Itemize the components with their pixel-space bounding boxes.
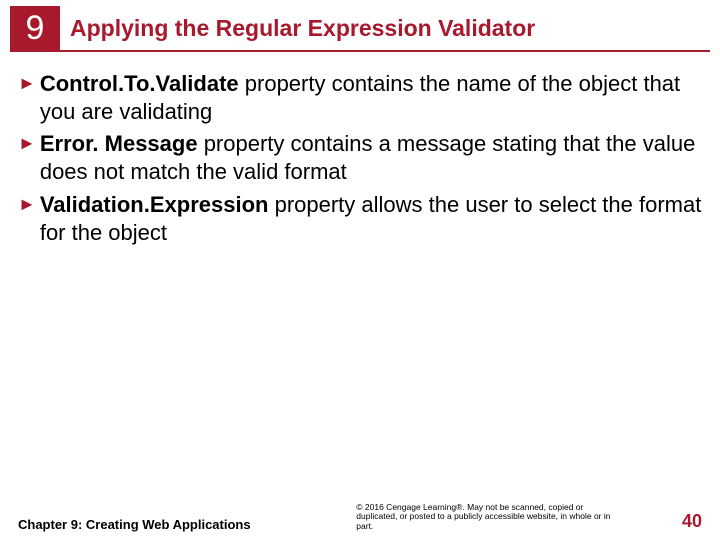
page-number: 40: [682, 511, 702, 532]
bullet-term: Control.To.Validate: [40, 71, 239, 96]
slide-body: ► Control.To.Validate property contains …: [0, 52, 720, 247]
bullet-arrow-icon: ►: [18, 191, 36, 247]
chapter-number-box: 9: [10, 6, 60, 50]
bullet-arrow-icon: ►: [18, 130, 36, 186]
slide-title: Applying the Regular Expression Validato…: [60, 6, 535, 50]
bullet-item: ► Error. Message property contains a mes…: [18, 130, 702, 186]
bullet-text: Validation.Expression property allows th…: [40, 191, 702, 247]
bullet-text: Error. Message property contains a messa…: [40, 130, 702, 186]
footer-copyright: © 2016 Cengage Learning®. May not be sca…: [356, 503, 616, 532]
header-bar: 9 Applying the Regular Expression Valida…: [10, 6, 710, 52]
slide: 9 Applying the Regular Expression Valida…: [0, 6, 720, 546]
bullet-arrow-icon: ►: [18, 70, 36, 126]
bullet-term: Validation.Expression: [40, 192, 269, 217]
bullet-item: ► Control.To.Validate property contains …: [18, 70, 702, 126]
bullet-item: ► Validation.Expression property allows …: [18, 191, 702, 247]
footer-chapter-label: Chapter 9: Creating Web Applications: [18, 517, 251, 532]
footer: Chapter 9: Creating Web Applications © 2…: [0, 503, 720, 532]
bullet-text: Control.To.Validate property contains th…: [40, 70, 702, 126]
bullet-term: Error. Message: [40, 131, 198, 156]
